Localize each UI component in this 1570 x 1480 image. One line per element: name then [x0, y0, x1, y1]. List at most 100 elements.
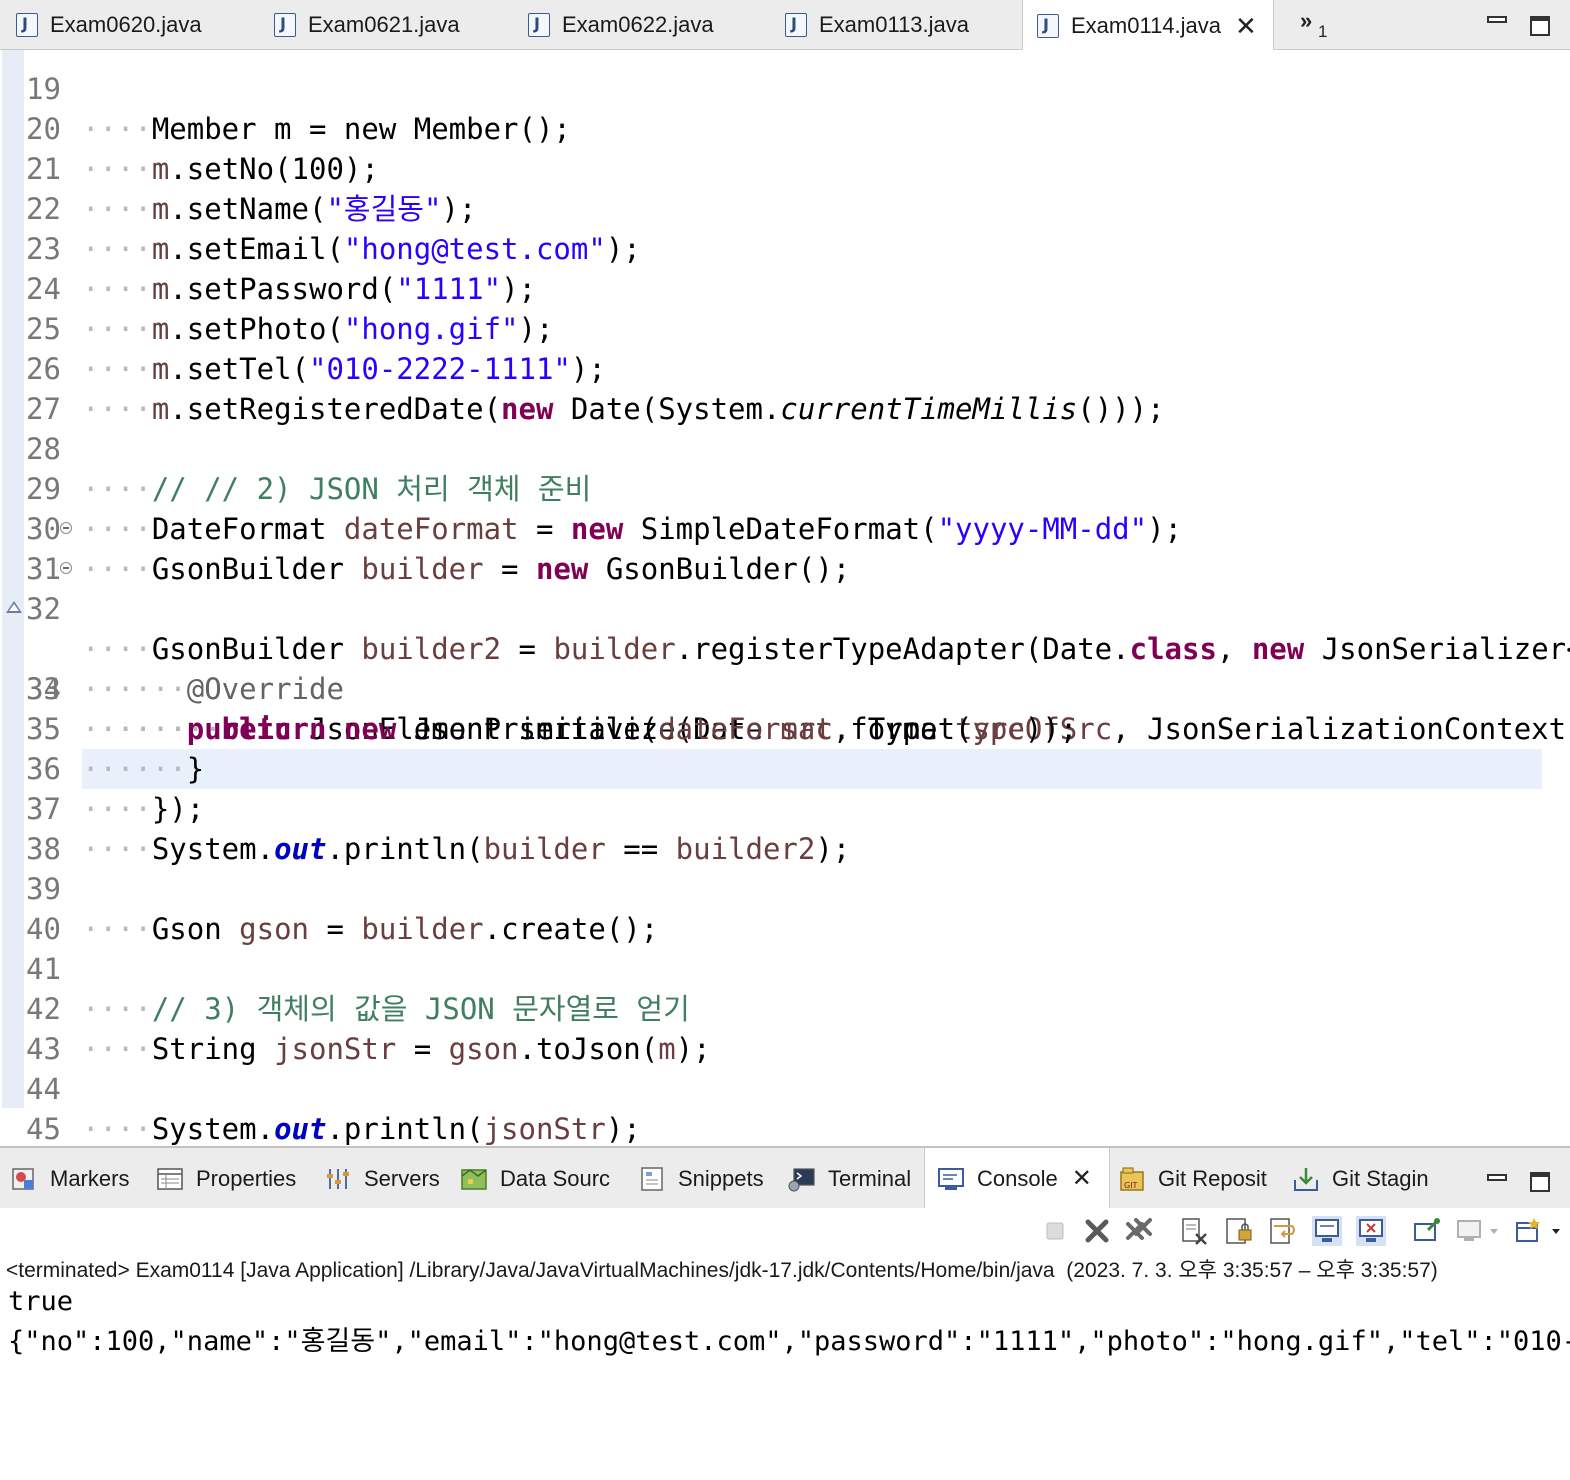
java-file-icon	[785, 13, 807, 37]
show-on-stderr-icon[interactable]	[1356, 1216, 1386, 1246]
code-text: ····});	[82, 792, 205, 826]
tab-overflow-button[interactable]: »	[1300, 8, 1312, 34]
java-file-icon	[274, 13, 296, 37]
fold-toggle-icon[interactable]	[60, 562, 72, 574]
code-line[interactable]: 43	[0, 989, 70, 1066]
code-line[interactable]: 20 ····m.setNo(100);	[0, 69, 379, 186]
editor-tab-exam0113[interactable]: Exam0113.java	[785, 0, 969, 50]
maximize-icon[interactable]	[1530, 1172, 1550, 1192]
code-line[interactable]: 23 ····m.setPassword("1111");	[0, 189, 536, 306]
scroll-lock-icon[interactable]	[1224, 1216, 1254, 1246]
code-text: ····m.setRegisteredDate(new Date(System.…	[82, 392, 1165, 426]
tab-label: Git Reposit	[1158, 1166, 1267, 1191]
code-line[interactable]: 33 ······public JsonElement serialize(Da…	[0, 589, 1566, 746]
code-text: ····Gson gson = builder.create();	[82, 912, 659, 946]
code-line[interactable]: 34 ········return new JsonPrimitive(date…	[0, 629, 1077, 746]
code-text: ····m.setPassword("1111");	[82, 272, 536, 306]
terminate-icon[interactable]	[1040, 1216, 1070, 1246]
terminal-icon	[788, 1168, 815, 1192]
tab-label: Snippets	[678, 1166, 764, 1191]
code-line[interactable]: 27	[0, 349, 70, 426]
tab-terminal[interactable]: Terminal	[788, 1148, 911, 1210]
code-line[interactable]: 24 ····m.setPhoto("hong.gif");	[0, 229, 553, 346]
pin-console-icon[interactable]	[1412, 1216, 1442, 1246]
tab-label: Terminal	[828, 1166, 912, 1191]
remove-launch-icon[interactable]	[1082, 1216, 1112, 1246]
tab-data-source[interactable]: Data Sourc	[460, 1148, 610, 1210]
data-source-icon	[461, 1169, 487, 1190]
editor-tab-exam0621[interactable]: Exam0621.java	[274, 0, 460, 50]
clear-console-icon[interactable]	[1180, 1216, 1210, 1246]
tab-servers[interactable]: Servers	[324, 1148, 440, 1210]
java-file-icon	[16, 13, 38, 37]
minimize-icon[interactable]	[1487, 1174, 1507, 1181]
editor-tab-label: Exam0622.java	[562, 12, 714, 37]
override-marker-icon[interactable]	[6, 601, 22, 613]
tab-git-repositories[interactable]: GIT Git Reposit	[1118, 1148, 1267, 1210]
code-line[interactable]: 32 ······@Override	[0, 549, 344, 706]
code-line[interactable]: 28 ····// // 2) JSON 처리 객체 준비	[0, 389, 591, 506]
tab-markers[interactable]: Markers	[10, 1148, 129, 1210]
editor-tab-exam0622[interactable]: Exam0622.java	[528, 0, 714, 50]
code-text: ····System.out.println(jsonStr);	[82, 1112, 641, 1146]
console-icon	[938, 1168, 964, 1190]
show-on-stdout-icon[interactable]	[1312, 1216, 1342, 1246]
code-line[interactable]: 45 ··}	[0, 1069, 70, 1146]
code-text: ····m.setTel("010-2222-1111");	[82, 352, 606, 386]
code-text: ····Member m = new Member();	[82, 112, 571, 146]
snippets-icon	[641, 1167, 663, 1191]
editor-tab-label: Exam0114.java	[1071, 12, 1222, 38]
code-line[interactable]: 19 ····Member m = new Member();	[0, 50, 571, 146]
maximize-icon[interactable]	[1530, 16, 1550, 36]
editor-tab-bar: Exam0620.java Exam0621.java Exam0622.jav…	[0, 0, 1570, 51]
tab-console[interactable]: Console ✕	[924, 1148, 1110, 1210]
console-toolbar	[0, 1208, 1570, 1254]
tab-label: Data Sourc	[500, 1166, 611, 1191]
code-line[interactable]: 25 ····m.setTel("010-2222-1111");	[0, 269, 606, 386]
open-console-icon[interactable]	[1514, 1216, 1564, 1246]
code-line[interactable]: 39 ····Gson gson = builder.create();	[0, 829, 658, 946]
close-tab-icon[interactable]: ✕	[1072, 1167, 1092, 1191]
minimize-icon[interactable]	[1487, 16, 1507, 23]
close-tab-icon[interactable]: ✕	[1235, 13, 1257, 39]
code-line[interactable]: 40	[0, 869, 70, 946]
code-line[interactable]: 22 ····m.setEmail("hong@test.com");	[0, 149, 641, 266]
code-line[interactable]: 30 ····GsonBuilder builder = new GsonBui…	[0, 469, 850, 586]
code-line[interactable]: 26 ····m.setRegisteredDate(new Date(Syst…	[0, 309, 1165, 426]
code-line[interactable]: 36 ····});	[0, 709, 204, 826]
code-text: ······}	[82, 752, 205, 786]
editor-tab-exam0114[interactable]: Exam0114.java ✕	[1022, 0, 1274, 51]
markers-icon	[12, 1168, 34, 1190]
code-line[interactable]: 21 ····m.setName("홍길동");	[0, 109, 476, 226]
tab-properties[interactable]: Properties	[156, 1148, 296, 1210]
code-line[interactable]: 29 ····DateFormat dateFormat = new Simpl…	[0, 429, 1182, 546]
tab-snippets[interactable]: Snippets	[638, 1148, 764, 1210]
code-line[interactable]: 44 ····System.out.println(jsonStr);	[0, 1029, 641, 1146]
display-selected-console-icon[interactable]	[1456, 1216, 1502, 1246]
java-file-icon	[528, 13, 550, 37]
fold-toggle-icon[interactable]	[60, 522, 72, 534]
code-line[interactable]: 31 ····GsonBuilder builder2 = builder.re…	[0, 509, 1570, 666]
code-text: ····m.setEmail("hong@test.com");	[82, 232, 641, 266]
code-line[interactable]: 41 ····// 3) 객체의 값을 JSON 문자열로 얻기	[0, 909, 690, 1026]
code-line[interactable]: 35 ······}	[0, 669, 204, 786]
word-wrap-icon[interactable]	[1268, 1216, 1298, 1246]
tab-label: Properties	[196, 1166, 297, 1191]
view-tab-bar: Markers Properties Servers Data Sourc Sn…	[0, 1146, 1570, 1210]
tab-git-staging[interactable]: Git Stagin	[1292, 1148, 1429, 1210]
code-editor[interactable]: 19 ····Member m = new Member(); 20 ····m…	[0, 50, 1570, 1146]
console-output-line: {"no":100,"name":"홍길동","email":"hong@tes…	[8, 1326, 1570, 1357]
editor-tab-exam0620[interactable]: Exam0620.java	[16, 0, 202, 50]
console-view[interactable]: <terminated> Exam0114 [Java Application]…	[0, 1208, 1570, 1480]
code-text: ······@Override	[82, 672, 344, 706]
remove-all-terminated-icon[interactable]	[1124, 1216, 1154, 1246]
git-repository-icon: GIT	[1120, 1167, 1144, 1191]
code-line-current[interactable]: 37 ····System.out.println(builder == bui…	[0, 749, 850, 866]
editor-tab-label: Exam0621.java	[308, 12, 460, 37]
properties-icon	[157, 1168, 183, 1190]
code-line[interactable]: 42 ····String jsonStr = gson.toJson(m);	[0, 949, 711, 1066]
code-text: ····m.setNo(100);	[82, 152, 379, 186]
code-line[interactable]: 46 }	[0, 1109, 70, 1146]
code-text: ····DateFormat dateFormat = new SimpleDa…	[82, 512, 1183, 546]
code-line[interactable]: 38	[0, 789, 70, 866]
